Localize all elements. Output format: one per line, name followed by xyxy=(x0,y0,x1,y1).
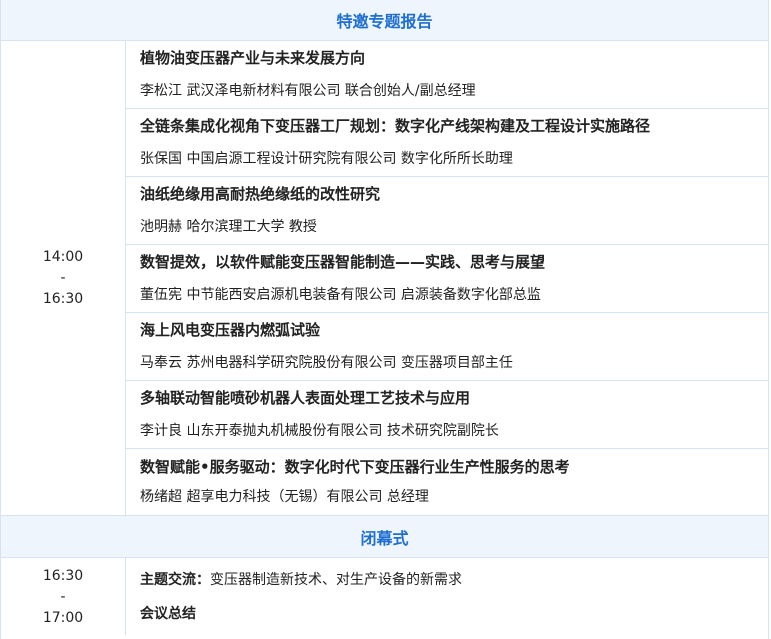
closing-item-text: 变压器制造新技术、对生产设备的新需求 xyxy=(210,571,462,588)
section-header-keynote: 特邀专题报告 xyxy=(1,0,768,41)
talk-item: 全链条集成化视角下变压器工厂规划：数字化产线架构建及工程设计实施路径 张保国 中… xyxy=(126,109,768,177)
time-separator: - xyxy=(60,588,66,605)
talk-title: 海上风电变压器内燃弧试验 xyxy=(140,320,321,339)
closing-item-summary: 会议总结 xyxy=(126,597,768,631)
time-separator: - xyxy=(60,270,66,286)
session-closing: 16:30 - 17:00 主题交流：变压器制造新技术、对生产设备的新需求 会议… xyxy=(1,558,768,635)
talk-item: 油纸绝缘用高耐热绝缘纸的改性研究 池明赫 哈尔滨理工大学 教授 xyxy=(126,177,768,245)
talk-speaker: 李松江 武汉泽电新材料有限公司 联合创始人/副总经理 xyxy=(140,82,476,99)
talk-title: 植物油变压器产业与未来发展方向 xyxy=(140,48,366,67)
talk-item: 植物油变压器产业与未来发展方向 李松江 武汉泽电新材料有限公司 联合创始人/副总… xyxy=(126,41,768,109)
talk-item: 数智提效，以软件赋能变压器智能制造——实践、思考与展望 董伍宪 中节能西安启源机… xyxy=(126,245,768,313)
time-end: 16:30 xyxy=(42,291,84,307)
time-start: 14:00 xyxy=(42,249,84,265)
talk-speaker: 马奉云 苏州电器科学研究院股份有限公司 变压器项目部主任 xyxy=(140,354,513,371)
talk-speaker: 池明赫 哈尔滨理工大学 教授 xyxy=(140,218,317,235)
section-header-closing: 闭幕式 xyxy=(1,516,768,558)
closing-list: 主题交流：变压器制造新技术、对生产设备的新需求 会议总结 xyxy=(126,558,768,635)
session-time: 14:00 - 16:30 xyxy=(1,41,126,515)
talk-title: 数智提效，以软件赋能变压器智能制造——实践、思考与展望 xyxy=(140,252,546,271)
closing-item-label: 主题交流： xyxy=(140,571,210,588)
talk-list: 植物油变压器产业与未来发展方向 李松江 武汉泽电新材料有限公司 联合创始人/副总… xyxy=(126,41,768,515)
talk-speaker: 李计良 山东开泰抛丸机械股份有限公司 技术研究院副院长 xyxy=(140,422,499,439)
session-time: 16:30 - 17:00 xyxy=(1,558,126,635)
session-keynote: 14:00 - 16:30 植物油变压器产业与未来发展方向 李松江 武汉泽电新材… xyxy=(1,41,768,516)
talk-title: 油纸绝缘用高耐热绝缘纸的改性研究 xyxy=(140,184,381,203)
talk-item: 多轴联动智能喷砂机器人表面处理工艺技术与应用 李计良 山东开泰抛丸机械股份有限公… xyxy=(126,381,768,449)
talk-speaker: 董伍宪 中节能西安启源机电装备有限公司 启源装备数字化部总监 xyxy=(140,286,541,303)
section-title: 闭幕式 xyxy=(360,528,409,548)
closing-item-discussion: 主题交流：变压器制造新技术、对生产设备的新需求 xyxy=(126,563,768,597)
talk-item: 海上风电变压器内燃弧试验 马奉云 苏州电器科学研究院股份有限公司 变压器项目部主… xyxy=(126,313,768,381)
closing-item-label: 会议总结 xyxy=(140,605,196,622)
talk-speaker: 张保国 中国启源工程设计研究院有限公司 数字化所所长助理 xyxy=(140,150,513,167)
time-end: 17:00 xyxy=(42,609,84,626)
talk-title: 数智赋能•服务驱动：数字化时代下变压器行业生产性服务的思考 xyxy=(140,458,570,476)
agenda-page: 特邀专题报告 14:00 - 16:30 植物油变压器产业与未来发展方向 李松江… xyxy=(0,0,769,639)
section-title: 特邀专题报告 xyxy=(336,12,433,31)
talk-title: 多轴联动智能喷砂机器人表面处理工艺技术与应用 xyxy=(140,388,471,407)
time-start: 16:30 xyxy=(42,567,84,584)
talk-title: 全链条集成化视角下变压器工厂规划：数字化产线架构建及工程设计实施路径 xyxy=(140,116,651,135)
talk-item: 数智赋能•服务驱动：数字化时代下变压器行业生产性服务的思考 杨绪超 超享电力科技… xyxy=(126,449,768,515)
talk-speaker: 杨绪超 超享电力科技（无锡）有限公司 总经理 xyxy=(140,489,429,505)
